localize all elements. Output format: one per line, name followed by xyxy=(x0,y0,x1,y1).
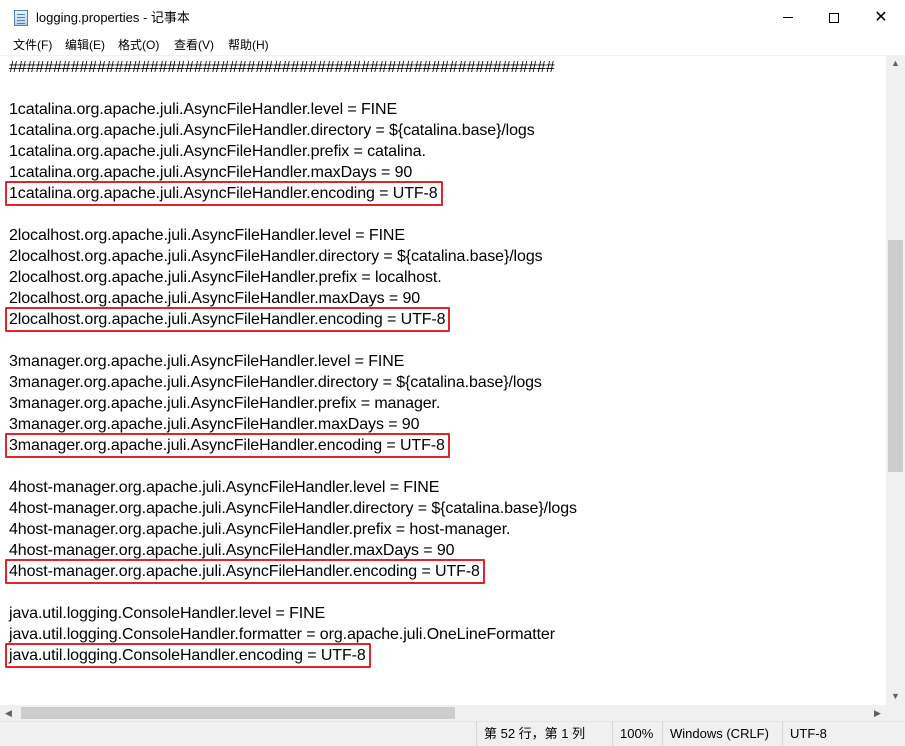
editor-line[interactable]: 1catalina.org.apache.juli.AsyncFileHandl… xyxy=(9,120,535,141)
editor-line[interactable]: 2localhost.org.apache.juli.AsyncFileHand… xyxy=(9,225,405,246)
editor-line[interactable]: 4host-manager.org.apache.juli.AsyncFileH… xyxy=(9,498,577,519)
editor-line[interactable]: 3manager.org.apache.juli.AsyncFileHandle… xyxy=(9,372,542,393)
highlight-box xyxy=(5,433,450,458)
window-title: logging.properties - 记事本 xyxy=(36,10,190,25)
editor-line[interactable]: 1catalina.org.apache.juli.AsyncFileHandl… xyxy=(9,162,412,183)
close-button[interactable]: ✕ xyxy=(857,0,905,36)
menu-format[interactable]: 格式(O) xyxy=(118,37,159,53)
editor-line[interactable]: ########################################… xyxy=(9,57,555,78)
highlight-box xyxy=(5,181,443,206)
editor-line[interactable]: 4host-manager.org.apache.juli.AsyncFileH… xyxy=(9,540,455,561)
horizontal-scrollbar[interactable]: ◀ ▶ xyxy=(0,705,886,721)
status-line-ending: Windows (CRLF) xyxy=(662,722,769,746)
status-cursor-position: 第 52 行，第 1 列 xyxy=(476,722,585,746)
menu-edit[interactable]: 编辑(E) xyxy=(65,37,105,53)
editor-line[interactable]: java.util.logging.ConsoleHandler.level =… xyxy=(9,603,325,624)
close-icon: ✕ xyxy=(874,9,888,26)
status-zoom: 100% xyxy=(612,722,653,746)
scroll-left-arrow-icon[interactable]: ◀ xyxy=(0,705,17,721)
editor-line[interactable]: 4host-manager.org.apache.juli.AsyncFileH… xyxy=(9,477,439,498)
editor-line[interactable]: 4host-manager.org.apache.juli.AsyncFileH… xyxy=(9,519,510,540)
editor-line[interactable]: 2localhost.org.apache.juli.AsyncFileHand… xyxy=(9,267,442,288)
scrollbar-corner xyxy=(886,705,905,721)
maximize-button[interactable] xyxy=(811,0,857,36)
editor-line[interactable]: java.util.logging.ConsoleHandler.formatt… xyxy=(9,624,555,645)
scroll-right-arrow-icon[interactable]: ▶ xyxy=(869,705,886,721)
vertical-scrollbar[interactable]: ▲ ▼ xyxy=(886,55,905,705)
highlight-box xyxy=(5,307,451,332)
highlight-box xyxy=(5,559,485,584)
status-encoding: UTF-8 xyxy=(782,722,827,746)
editor-line[interactable]: 3manager.org.apache.juli.AsyncFileHandle… xyxy=(9,351,404,372)
maximize-icon xyxy=(829,12,839,23)
editor-line[interactable]: 1catalina.org.apache.juli.AsyncFileHandl… xyxy=(9,99,397,120)
vertical-scroll-thumb[interactable] xyxy=(888,240,903,472)
editor-line[interactable]: 2localhost.org.apache.juli.AsyncFileHand… xyxy=(9,288,420,309)
editor-line[interactable]: 3manager.org.apache.juli.AsyncFileHandle… xyxy=(9,414,419,435)
status-bar: 第 52 行，第 1 列 100% Windows (CRLF) UTF-8 xyxy=(0,721,905,746)
notepad-window: logging.properties - 记事本 ✕ 文件(F) 编辑(E) 格… xyxy=(0,0,905,746)
minimize-button[interactable] xyxy=(765,0,811,36)
text-editor[interactable]: ########################################… xyxy=(0,55,886,705)
highlight-box xyxy=(5,643,371,668)
menu-file[interactable]: 文件(F) xyxy=(13,37,52,53)
minimize-icon xyxy=(783,17,793,19)
title-bar[interactable]: logging.properties - 记事本 ✕ xyxy=(0,0,905,36)
editor-line[interactable]: 2localhost.org.apache.juli.AsyncFileHand… xyxy=(9,246,543,267)
menu-help[interactable]: 帮助(H) xyxy=(228,37,269,53)
scroll-down-arrow-icon[interactable]: ▼ xyxy=(886,688,905,705)
scroll-up-arrow-icon[interactable]: ▲ xyxy=(886,55,905,72)
editor-line[interactable]: 3manager.org.apache.juli.AsyncFileHandle… xyxy=(9,393,440,414)
menu-bar: 文件(F) 编辑(E) 格式(O) 查看(V) 帮助(H) xyxy=(0,36,905,55)
menu-view[interactable]: 查看(V) xyxy=(174,37,214,53)
editor-line[interactable]: 1catalina.org.apache.juli.AsyncFileHandl… xyxy=(9,141,426,162)
horizontal-scroll-thumb[interactable] xyxy=(21,707,455,719)
notepad-icon xyxy=(14,10,28,26)
